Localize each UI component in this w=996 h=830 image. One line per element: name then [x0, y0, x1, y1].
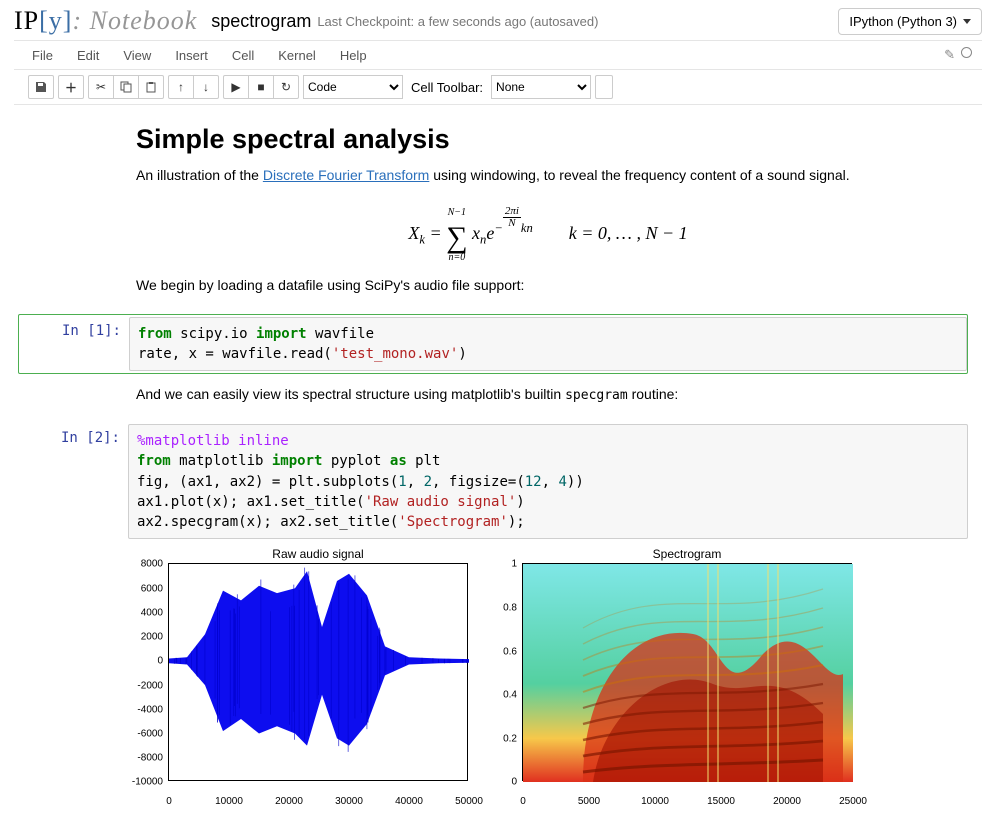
celltoolbar-select[interactable]: None [491, 75, 591, 99]
code-cell-1[interactable]: In [1]: from scipy.io import wavfile rat… [18, 314, 968, 375]
menu-insert[interactable]: Insert [163, 42, 220, 69]
page-title: Simple spectral analysis [136, 124, 960, 155]
save-button[interactable] [28, 75, 54, 99]
plot-spectrogram: Spectrogram 00.20.40.60.81 0500010000150… [522, 547, 852, 781]
notebook-name[interactable]: spectrogram [211, 11, 311, 32]
menu-help[interactable]: Help [328, 42, 379, 69]
menubar: File Edit View Insert Cell Kernel Help ✎ [14, 40, 982, 70]
copy-button[interactable] [113, 75, 139, 99]
waveform-svg [169, 564, 469, 782]
menu-cell[interactable]: Cell [220, 42, 266, 69]
checkpoint-text: Last Checkpoint: a few seconds ago (auto… [317, 14, 598, 29]
output-figure: Raw audio signal -10000-8000-6000-4000-2… [128, 547, 968, 781]
logo-notebook: Notebook [90, 6, 198, 35]
move-down-button[interactable]: ↓ [193, 75, 219, 99]
menu-edit[interactable]: Edit [65, 42, 111, 69]
toolbar: ＋ ✂ ↑ ↓ ▶ ■ ↻ Code Cell Toolbar: None [14, 70, 982, 105]
p3: And we can easily view its spectral stru… [136, 384, 960, 406]
plot2-title: Spectrogram [522, 547, 852, 561]
plot-waveform: Raw audio signal -10000-8000-6000-4000-2… [168, 547, 468, 781]
header: IP[y]: Notebook spectrogram Last Checkpo… [0, 0, 996, 40]
intro-paragraph: An illustration of the Discrete Fourier … [136, 165, 960, 186]
code-input-1[interactable]: from scipy.io import wavfile rate, x = w… [129, 317, 967, 372]
celltoolbar-label: Cell Toolbar: [411, 80, 483, 95]
kernel-label: IPython (Python 3) [849, 14, 957, 29]
markdown-cell[interactable]: Simple spectral analysis An illustration… [18, 118, 968, 310]
caret-down-icon [963, 19, 971, 24]
interrupt-button[interactable]: ■ [248, 75, 274, 99]
logo-bracket: [y] [39, 6, 72, 35]
logo: IP[y]: Notebook [14, 6, 197, 36]
menu-kernel[interactable]: Kernel [266, 42, 328, 69]
dft-link[interactable]: Discrete Fourier Transform [263, 167, 429, 183]
move-up-button[interactable]: ↑ [168, 75, 194, 99]
logo-colon: : [72, 6, 82, 35]
code-input-2[interactable]: %matplotlib inline from matplotlib impor… [128, 424, 968, 539]
logo-ip: IP [14, 6, 39, 35]
insert-cell-button[interactable]: ＋ [58, 75, 84, 99]
prompt-in-2: In [2]: [18, 424, 128, 539]
paste-button[interactable] [138, 75, 164, 99]
kernel-selector[interactable]: IPython (Python 3) [838, 8, 982, 35]
cut-button[interactable]: ✂ [88, 75, 114, 99]
prompt-in-1: In [1]: [19, 317, 129, 372]
extra-button[interactable] [595, 75, 613, 99]
code-cell-2[interactable]: In [2]: %matplotlib inline from matplotl… [18, 424, 968, 539]
markdown-cell-2[interactable]: And we can easily view its spectral stru… [18, 378, 968, 420]
kernel-idle-icon [961, 47, 972, 58]
spectrogram-svg [523, 564, 853, 782]
edit-icon[interactable]: ✎ [944, 47, 955, 63]
menu-view[interactable]: View [111, 42, 163, 69]
menu-file[interactable]: File [20, 42, 65, 69]
celltype-select[interactable]: Code [303, 75, 403, 99]
equation: Xk = N−1 ∑ n=0 xne−2πiNkn k = 0, … , N −… [136, 192, 960, 269]
p2: We begin by loading a datafile using Sci… [136, 275, 960, 296]
plot1-title: Raw audio signal [168, 547, 468, 561]
notebook-area[interactable]: Simple spectral analysis An illustration… [0, 104, 982, 830]
restart-button[interactable]: ↻ [273, 75, 299, 99]
run-button[interactable]: ▶ [223, 75, 249, 99]
